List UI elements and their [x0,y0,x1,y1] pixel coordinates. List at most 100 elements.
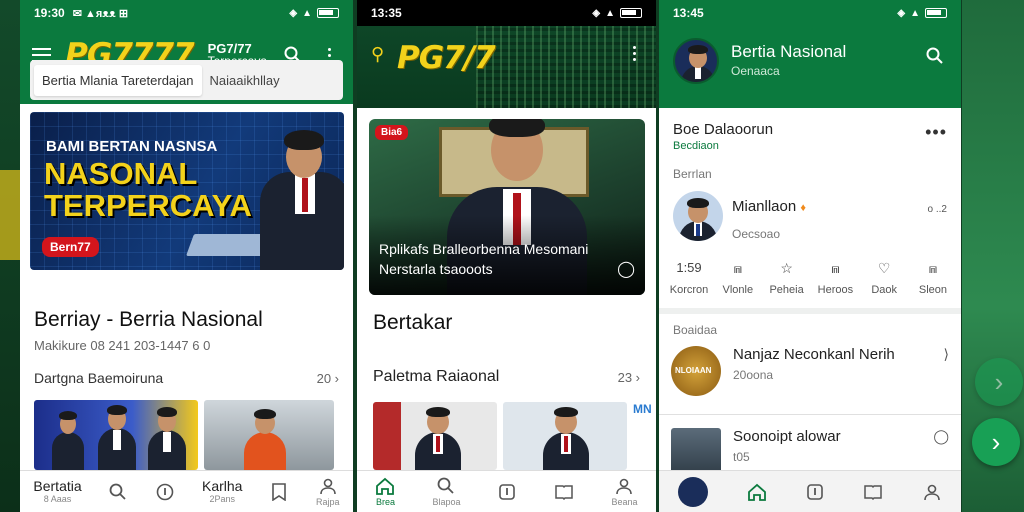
nav-item-home[interactable]: Brea [375,476,395,507]
status-bar: 13:35 ◈ ▲ [357,0,656,26]
bottom-nav [659,470,961,512]
nav-item-bookmark[interactable] [554,482,574,502]
nav-item-karlha[interactable]: Karlha 2Pans [202,479,242,504]
profile-icon [318,476,338,496]
category-tabs: Bertia Mlania Tareterdajan Naiaaikhllay [30,60,343,100]
phone-screen-feed: 13:35 ◈ ▲ ⚲ PG7/7 Bia6 Rplikafs Bralleor… [357,0,656,512]
comment-icon[interactable]: ◯ [617,259,635,279]
fab-next-button[interactable]: › [972,418,1020,466]
hero-banner[interactable]: BAMI BERTAN NASNSA NASONAL TERPERCAYA Be… [30,112,344,270]
article-sub: 20oona [733,368,774,382]
status-bar: 19:30 ✉ ▲ᴙᴥᴥ ⊞ ◈ ▲ [20,0,353,26]
thumb-card-1[interactable] [34,400,198,470]
section-header: Paletma Raiaonal 23 › [373,368,640,386]
profile-icon [614,476,634,496]
thumb-card-2[interactable] [204,400,334,470]
search-icon [436,476,456,496]
profile-subtitle: Becdiaon [673,140,719,152]
section-label: Dartgna Baemoiruna [34,370,164,386]
wifi-icon: ◈ [897,7,906,19]
search-icon[interactable] [923,44,947,68]
status-icons: ◈ ▲ [897,8,947,19]
battery-icon [925,8,947,18]
app-header: 19:30 ✉ ▲ᴙᴥᴥ ⊞ ◈ ▲ PG7777 PG7/77 Terperc… [20,0,353,104]
action-vlonle[interactable]: ⩎ Vlonle [716,260,760,296]
phone-screen-home: 19:30 ✉ ▲ᴙᴥᴥ ⊞ ◈ ▲ PG7777 PG7/77 Terperc… [20,0,353,512]
article-title[interactable]: Berriay - Berria Nasional [34,308,263,332]
search-icon[interactable]: ⚲ [371,44,384,65]
article-sub: t05 [733,450,750,464]
article-thumb: NLOIAAN [671,346,721,396]
status-time: 13:45 [673,6,704,20]
app-header: 13:45 ◈ ▲ Bertia Nasional Oenaaca [659,0,961,108]
nav-item-avatar[interactable] [678,476,709,507]
nav-sub-profile: Rajpa [316,497,340,507]
nav-item-search[interactable]: Blapoa [432,476,461,507]
profile-name: Boe Dalaoorun [673,121,774,138]
wifi-icon: ◈ [592,7,601,19]
nav-item-info[interactable] [497,482,517,502]
nav-item-profile[interactable]: Beana [611,476,637,507]
info-icon [805,482,825,502]
nav-item-profile[interactable]: Rajpa [316,476,340,507]
nav-label-news: Bertatia [33,478,82,494]
nav-item-bookmark[interactable] [269,482,289,502]
hero-caption: Rplikafs Bralleorbenna Mesomani Nerstarl… [379,241,589,277]
status-icons: ◈ ▲ [592,8,642,19]
hero-badge: Bia6 [375,125,409,140]
nav-item-search[interactable] [108,482,128,502]
signal-icon: ▲ [605,7,615,19]
section-more-link[interactable]: 23 › [618,370,640,385]
status-time: 19:30 [34,6,65,20]
hero-headline-line-2: TERPERCAYA [44,188,252,223]
battery-icon [620,8,642,18]
nav-item-info[interactable] [155,482,175,502]
status-left-icons: ✉ ▲ᴙᴥᴥ ⊞ [72,7,129,20]
article-title: Soonoipt alowar [733,428,841,445]
user-avatar[interactable] [673,191,723,241]
tab-0[interactable]: Bertia Mlania Tareterdajan [34,64,202,96]
nav-item-news[interactable]: Bertatia 8 Aaas [33,479,81,504]
article-meta: Makikure 08 241 203-1447 6 0 [34,338,211,353]
action-peheia[interactable]: ☆ Peheia [765,260,809,296]
action-korcron[interactable]: 1:59 Korcron [667,260,711,296]
nav-sub-karlha: 2Pans [209,494,235,504]
nav-item-bookmark[interactable] [863,482,883,502]
status-bar: 13:45 ◈ ▲ [659,0,961,26]
nav-item-profile[interactable] [922,482,942,502]
hero-headline: NASONAL TERPERCAYA [44,158,252,222]
tab-1[interactable]: Naiaaikhllay [202,65,288,96]
nav-item-home[interactable] [747,482,767,502]
book-icon [863,482,883,502]
nav-label-karlha: Karlha [201,478,243,494]
info-icon [497,482,517,502]
hero-card[interactable]: Bia6 Rplikafs Bralleorbenna Mesomani Ner… [369,119,645,295]
bookmark-icon [269,482,289,502]
thumb-card-1[interactable] [373,402,497,470]
info-icon [155,482,175,502]
section-more-link[interactable]: 20 › [317,371,339,386]
share-icon[interactable]: ⟩ [944,346,949,396]
more-horiz-icon[interactable]: ••• [925,122,947,143]
status-icons: ◈ ▲ [289,8,339,19]
heart-icon: ♡ [877,260,891,276]
avatar[interactable] [673,38,719,84]
left-edge-partial-screen [0,0,20,512]
action-daok[interactable]: ♡ Daok [862,260,906,296]
nav-item-info[interactable] [805,482,825,502]
app-logo: PG7/7 [397,40,496,76]
app-header: 13:35 ◈ ▲ ⚲ PG7/7 [357,0,656,108]
market-screens-backdrop [476,26,656,108]
thumb-card-2[interactable] [503,402,627,470]
more-vert-icon[interactable] [633,46,636,61]
home-icon [747,482,767,502]
section-label-2: Boaidaa [673,323,718,337]
action-heroos[interactable]: ⩎ Heroos [813,260,857,296]
article-item[interactable]: NLOIAAN Nanjaz Neconkanl Nerih 20oona ⟩ [671,346,949,396]
home-icon [375,476,395,496]
user-extra: o ..2 [927,204,947,215]
hero-headline-line-1: NASONAL [44,156,198,191]
thumb-tag: MN [633,402,652,416]
action-sleon[interactable]: ⩎ Sleon [911,260,955,296]
fab-ghost-button[interactable]: › [975,358,1023,406]
